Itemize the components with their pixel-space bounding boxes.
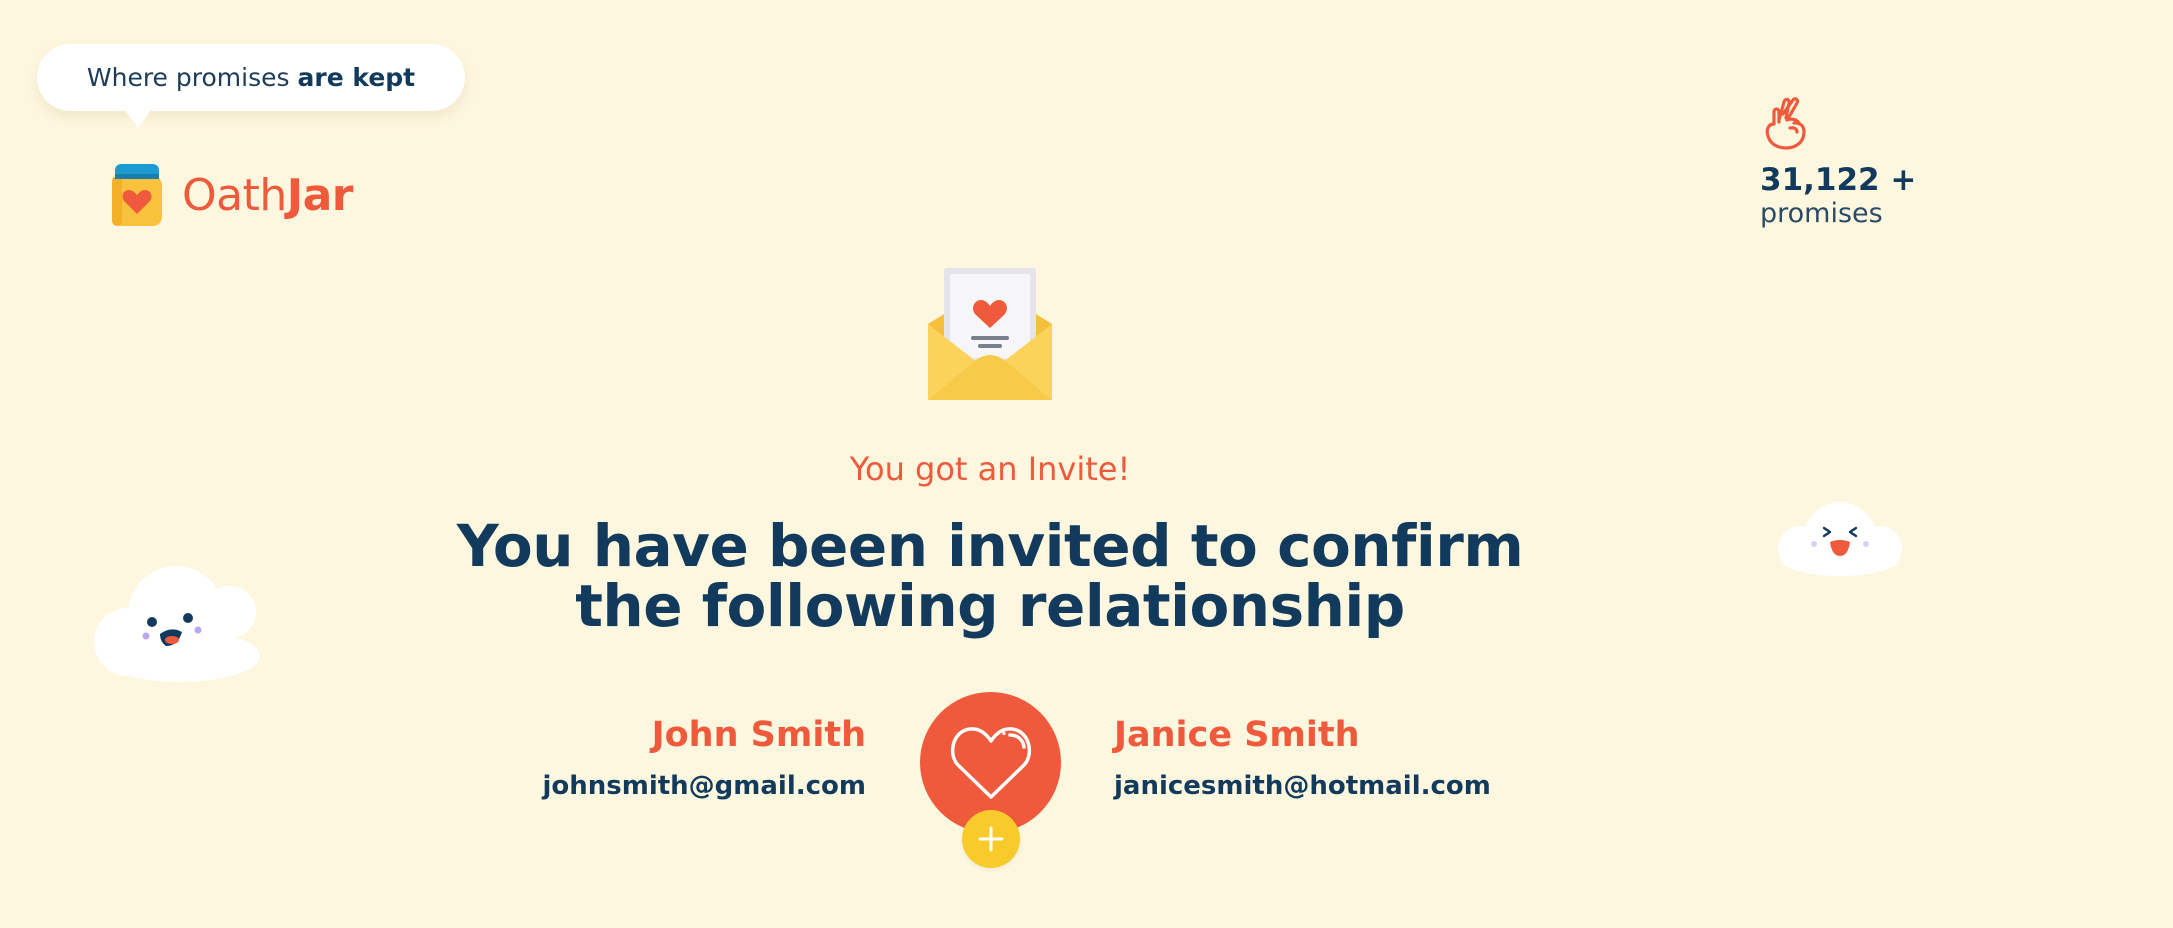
invite-title-line-1: You have been invited to confirm <box>456 512 1524 580</box>
invite-title-line-2: the following relationship <box>575 572 1405 640</box>
envelope-letter-icon <box>928 268 1052 400</box>
promise-counter: 31,122 + promises <box>1760 94 1917 229</box>
invite-subtitle: You got an Invite! <box>849 450 1131 488</box>
invite-title: You have been invited to confirm the fol… <box>0 516 1980 636</box>
partner-right-name: Janice Smith <box>1114 715 1360 755</box>
logo-text-light: Oath <box>182 169 287 221</box>
heart-icon <box>950 726 1031 799</box>
promise-count: 31,122 + <box>1760 162 1917 198</box>
partner-left-email: johnsmith@gmail.com <box>542 771 866 801</box>
logo-text-bold: Jar <box>286 169 354 221</box>
logo-wordmark: OathJar <box>182 169 354 221</box>
jar-heart-icon <box>112 164 162 226</box>
oathjar-logo[interactable]: OathJar <box>104 160 354 230</box>
tagline-bubble: Where promises are kept <box>37 44 465 128</box>
add-button[interactable] <box>962 810 1020 868</box>
partner-right-email: janicesmith@hotmail.com <box>1114 771 1491 801</box>
winking-cloud-illustration <box>1778 502 1902 576</box>
partner-left-name: John Smith <box>651 715 866 755</box>
partner-right: Janice Smith janicesmith@hotmail.com <box>1114 713 1534 801</box>
partner-left: John Smith johnsmith@gmail.com <box>446 713 866 801</box>
plus-icon <box>978 826 1004 852</box>
tagline-emphasis: are kept <box>297 63 416 92</box>
crossed-fingers-icon <box>1765 97 1806 150</box>
promise-count-label: promises <box>1760 198 1883 229</box>
tagline-prefix: Where promises <box>86 63 290 92</box>
happy-cloud-illustration <box>94 566 260 682</box>
